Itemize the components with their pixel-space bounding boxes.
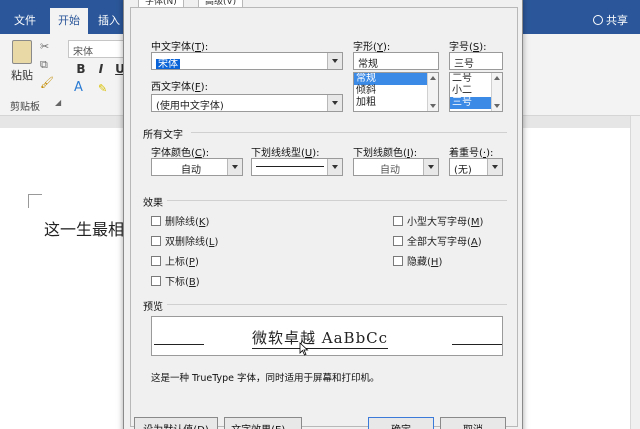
- person-icon: [593, 15, 603, 25]
- preview-note: 这是一种 TrueType 字体，同时适用于屏幕和打印机。: [151, 373, 380, 384]
- list-item[interactable]: 加粗: [354, 97, 438, 109]
- all-caps-checkbox[interactable]: 全部大写字母(A): [393, 233, 482, 248]
- preview-box: 微软卓越 AaBbCc: [151, 316, 503, 356]
- chevron-down-icon[interactable]: [423, 159, 438, 175]
- style-input[interactable]: 常规: [353, 52, 439, 70]
- font-dialog: 字体(N) 高级(V) 中文字体(T): 宋体 西文字体(F): (使用中文字体…: [123, 0, 523, 429]
- preview-section-label: 预览: [143, 302, 163, 313]
- effects-section-label: 效果: [143, 198, 163, 209]
- ok-button[interactable]: 确定: [368, 417, 434, 429]
- cn-font-label: 中文字体(T):: [151, 42, 209, 53]
- subscript-checkbox[interactable]: 下标(B): [151, 273, 200, 288]
- highlight-icon[interactable]: ✎: [98, 82, 107, 95]
- copy-icon[interactable]: ⧉: [40, 58, 48, 72]
- document-text: 这一生最相: [44, 220, 125, 239]
- style-list[interactable]: 常规 倾斜 加粗: [353, 72, 439, 112]
- tab-home[interactable]: 开始: [50, 8, 88, 34]
- chevron-down-icon[interactable]: [327, 95, 342, 111]
- superscript-checkbox[interactable]: 上标(P): [151, 253, 199, 268]
- west-font-label: 西文字体(F):: [151, 82, 208, 93]
- chevron-down-icon[interactable]: [487, 159, 502, 175]
- emphasis-select[interactable]: (无): [449, 158, 503, 176]
- dialog-launcher-icon[interactable]: ◢: [55, 98, 61, 107]
- section-divider: [167, 200, 507, 201]
- cancel-button[interactable]: 取消: [440, 417, 506, 429]
- vertical-scrollbar[interactable]: [630, 116, 640, 429]
- preview-baseline: [154, 344, 204, 345]
- paste-button[interactable]: 粘贴: [11, 67, 33, 83]
- font-color-select[interactable]: 自动: [151, 158, 243, 176]
- double-strikethrough-checkbox[interactable]: 双删除线(L): [151, 233, 218, 248]
- chevron-down-icon[interactable]: [327, 53, 342, 69]
- all-text-section-label: 所有文字: [143, 130, 183, 141]
- text-effect-icon[interactable]: A: [74, 80, 83, 95]
- font-name-box[interactable]: 宋体: [68, 40, 128, 58]
- small-caps-checkbox[interactable]: 小型大写字母(M): [393, 213, 483, 228]
- section-divider: [167, 304, 507, 305]
- tab-file[interactable]: 文件: [14, 12, 36, 28]
- bold-button[interactable]: B: [74, 62, 88, 78]
- underline-color-label: 下划线颜色(I):: [353, 148, 418, 159]
- chevron-down-icon[interactable]: [227, 159, 242, 175]
- preview-baseline: [452, 344, 502, 345]
- font-tab-panel: 中文字体(T): 宋体 西文字体(F): (使用中文字体) 字形(Y): 常规 …: [130, 7, 518, 427]
- underline-color-select[interactable]: 自动: [353, 158, 439, 176]
- list-scrollbar[interactable]: [427, 73, 438, 111]
- size-label: 字号(S):: [449, 42, 487, 53]
- underline-type-label: 下划线线型(U):: [251, 148, 320, 159]
- underline-sample: [256, 166, 324, 167]
- set-default-button[interactable]: 设为默认值(D): [134, 417, 218, 429]
- share-button[interactable]: 共享: [593, 12, 628, 28]
- west-font-select[interactable]: (使用中文字体): [151, 94, 343, 112]
- preview-text: 微软卓越 AaBbCc: [252, 329, 389, 349]
- list-item[interactable]: 常规: [354, 73, 438, 85]
- clipboard-group-label: 剪贴板: [10, 102, 40, 113]
- strikethrough-checkbox[interactable]: 删除线(K): [151, 213, 209, 228]
- list-item[interactable]: 倾斜: [354, 85, 438, 97]
- text-effects-button[interactable]: 文字效果(E)...: [224, 417, 302, 429]
- underline-type-select[interactable]: [251, 158, 343, 176]
- hidden-checkbox[interactable]: 隐藏(H): [393, 253, 442, 268]
- margin-mark: [28, 194, 42, 208]
- size-input[interactable]: 三号: [449, 52, 503, 70]
- font-color-label: 字体颜色(C):: [151, 148, 210, 159]
- list-scrollbar[interactable]: [491, 73, 502, 111]
- cut-icon[interactable]: ✂: [40, 40, 49, 53]
- italic-button[interactable]: I: [94, 62, 108, 78]
- section-divider: [191, 132, 507, 133]
- emphasis-label: 着重号(·):: [449, 148, 494, 159]
- cn-font-select[interactable]: 宋体: [151, 52, 343, 70]
- mouse-cursor-icon: [299, 342, 309, 356]
- chevron-down-icon[interactable]: [327, 159, 342, 175]
- paste-icon[interactable]: [12, 40, 32, 64]
- format-painter-icon[interactable]: 🖌: [40, 76, 54, 89]
- tab-insert[interactable]: 插入: [98, 12, 120, 28]
- style-label: 字形(Y):: [353, 42, 391, 53]
- size-list[interactable]: 二号 小二 三号: [449, 72, 503, 112]
